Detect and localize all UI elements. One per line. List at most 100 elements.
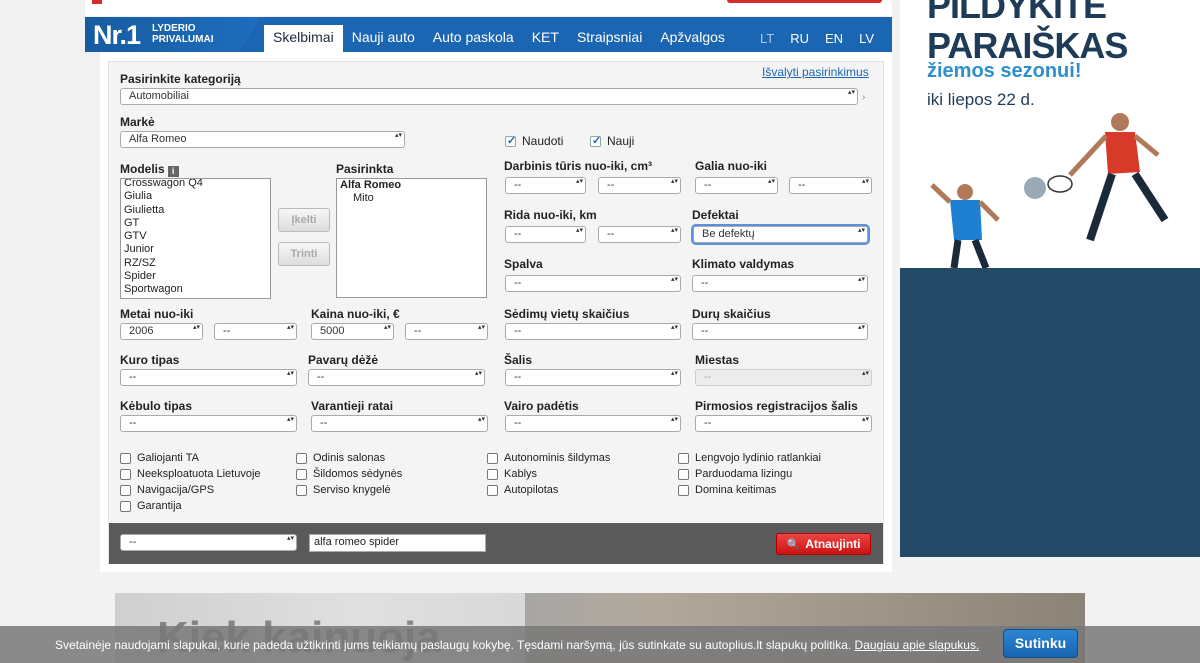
selected-listbox[interactable]: Alfa Romeo Mito [336, 178, 487, 298]
leader-logo[interactable]: Nr.1 LYDERIO PRIVALUMAI [85, 17, 260, 52]
feature-checkbox[interactable]: Serviso knygelė [296, 484, 391, 496]
refresh-button[interactable]: 🔍 Atnaujinti [776, 533, 871, 555]
checkbox-box[interactable] [120, 484, 131, 496]
power-to-select[interactable]: -- [789, 177, 872, 194]
checkbox-box[interactable] [296, 452, 307, 464]
checkbox-box[interactable] [487, 484, 498, 496]
mileage-from-select[interactable]: -- [505, 226, 586, 243]
logo-line-1: LYDERIO [152, 23, 196, 34]
checkbox-box[interactable] [120, 500, 131, 512]
cookie-accept-button[interactable]: Sutinku [1003, 629, 1078, 658]
models-listbox[interactable]: Crosswagon Q4 Giulia Giulietta GT GTV Ju… [120, 178, 271, 299]
feature-checkbox[interactable]: Kablys [487, 468, 537, 480]
power-from-select[interactable]: -- [695, 177, 778, 194]
year-from-select[interactable]: 2006 [120, 323, 203, 340]
climate-select[interactable]: -- [692, 275, 868, 292]
add-model-button[interactable]: Įkelti [278, 208, 330, 232]
mileage-to-select[interactable]: -- [598, 226, 681, 243]
tab-apzvalgos[interactable]: Apžvalgos [651, 25, 734, 52]
tab-auto-paskola[interactable]: Auto paskola [424, 25, 523, 52]
list-item[interactable]: Sportwagon [124, 283, 267, 296]
feature-checkbox[interactable]: Šildomos sėdynės [296, 468, 402, 480]
feature-checkbox[interactable]: Domina keitimas [678, 484, 776, 496]
clear-selection-link[interactable]: Išvalyti pasirinkimus [762, 65, 869, 79]
tab-ket[interactable]: KET [523, 25, 568, 52]
remove-model-button[interactable]: Trinti [278, 242, 330, 266]
advertisement-banner[interactable]: PILDYKITE PARAIŠKAS žiemos sezonui! iki l… [900, 0, 1200, 557]
checkbox-box[interactable] [296, 484, 307, 496]
ad-headline: PILDYKITE PARAIŠKAS [927, 0, 1128, 66]
lang-en[interactable]: EN [817, 31, 851, 46]
new-checkbox-box[interactable] [590, 134, 601, 147]
feature-label: Galiojanti TA [137, 452, 199, 464]
list-item[interactable]: Crosswagon Q4 [124, 179, 267, 190]
logo-number: Nr.1 [93, 20, 141, 50]
checkbox-box[interactable] [120, 452, 131, 464]
list-item[interactable]: RZ/SZ [124, 257, 267, 270]
list-item[interactable]: Giulia [124, 190, 267, 203]
badminton-players-image [930, 113, 1169, 270]
used-checkbox-box[interactable] [505, 134, 516, 147]
sort-select[interactable]: -- [120, 534, 297, 551]
list-item[interactable]: GT [124, 217, 267, 230]
list-item[interactable]: Giulietta [124, 204, 267, 217]
steering-select[interactable]: -- [505, 415, 681, 432]
feature-checkbox[interactable]: Navigacija/GPS [120, 484, 214, 496]
country-select[interactable]: -- [505, 369, 681, 386]
main-navigation: Nr.1 LYDERIO PRIVALUMAI Skelbimai Nauji a… [85, 17, 892, 52]
models-label: Modelis i [120, 162, 179, 177]
selected-make-item[interactable]: Alfa Romeo [340, 179, 483, 192]
feature-checkbox[interactable]: Parduodama lizingu [678, 468, 792, 480]
body-select[interactable]: -- [120, 415, 297, 432]
engine-from-select[interactable]: -- [505, 177, 586, 194]
first-reg-select[interactable]: -- [695, 415, 872, 432]
fuel-select[interactable]: -- [120, 369, 297, 386]
cookie-more-link[interactable]: Daugiau apie slapukus. [855, 638, 980, 652]
checkbox-box[interactable] [296, 468, 307, 480]
new-checkbox[interactable]: Nauji [590, 134, 634, 148]
checkbox-box[interactable] [487, 452, 498, 464]
year-to-select[interactable]: -- [214, 323, 297, 340]
category-select[interactable]: Automobiliai [120, 88, 858, 105]
price-to-select[interactable]: -- [405, 323, 488, 340]
make-select[interactable]: Alfa Romeo [120, 131, 405, 148]
feature-checkbox[interactable]: Autopilotas [487, 484, 558, 496]
price-from-select[interactable]: 5000 [311, 323, 394, 340]
checkbox-box[interactable] [678, 452, 689, 464]
seats-select[interactable]: -- [505, 323, 681, 340]
drive-select[interactable]: -- [311, 415, 488, 432]
list-item[interactable]: Spider [124, 270, 267, 283]
info-icon[interactable]: i [167, 166, 179, 177]
color-select[interactable]: -- [505, 275, 681, 292]
lang-lt[interactable]: LT [752, 31, 782, 46]
feature-label: Lengvojo lydinio ratlankiai [695, 452, 821, 464]
gearbox-select[interactable]: -- [308, 369, 485, 386]
feature-checkbox[interactable]: Galiojanti TA [120, 452, 199, 464]
feature-checkbox[interactable]: Garantija [120, 500, 182, 512]
checkbox-box[interactable] [487, 468, 498, 480]
feature-checkbox[interactable]: Neeksploatuota Lietuvoje [120, 468, 261, 480]
checkbox-box[interactable] [678, 468, 689, 480]
feature-label: Autopilotas [504, 484, 559, 496]
header-red-button[interactable] [727, 0, 882, 3]
feature-checkbox[interactable]: Autonominis šildymas [487, 452, 610, 464]
engine-to-select[interactable]: -- [598, 177, 681, 194]
search-input[interactable]: alfa romeo spider [309, 534, 486, 552]
tab-skelbimai[interactable]: Skelbimai [264, 25, 343, 52]
feature-checkbox[interactable]: Odinis salonas [296, 452, 385, 464]
ad-headline-line1: PILDYKITE [927, 0, 1107, 26]
selected-model-item[interactable]: Mito [340, 192, 483, 205]
used-checkbox[interactable]: Naudoti [505, 134, 563, 148]
lang-ru[interactable]: RU [782, 31, 817, 46]
lang-lv[interactable]: LV [851, 31, 882, 46]
defects-select[interactable]: Be defektų [693, 226, 868, 243]
checkbox-box[interactable] [120, 468, 131, 480]
checkbox-box[interactable] [678, 484, 689, 496]
logo-line-2: PRIVALUMAI [152, 34, 214, 45]
tab-nauji-auto[interactable]: Nauji auto [343, 25, 424, 52]
doors-select[interactable]: -- [692, 323, 868, 340]
feature-checkbox[interactable]: Lengvojo lydinio ratlankiai [678, 452, 821, 464]
list-item[interactable]: GTV [124, 230, 267, 243]
tab-straipsniai[interactable]: Straipsniai [568, 25, 651, 52]
list-item[interactable]: Junior [124, 243, 267, 256]
